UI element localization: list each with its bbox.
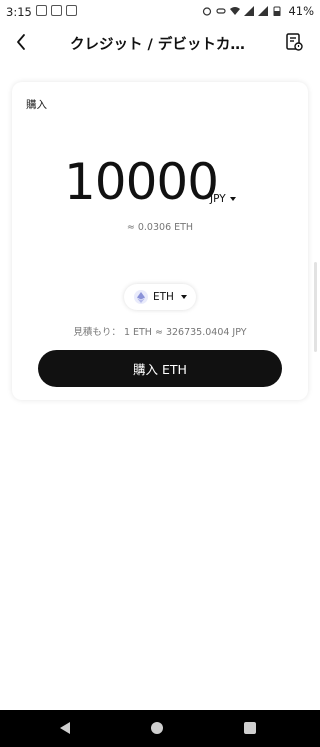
order-history-icon[interactable] (284, 32, 304, 52)
chevron-left-icon[interactable] (10, 30, 34, 54)
nav-recents-icon[interactable] (244, 722, 256, 734)
caret-down-icon (229, 197, 236, 201)
fiat-currency-select[interactable]: JPY (210, 193, 236, 205)
signal-icon (258, 6, 269, 16)
app-header: クレジット / デビットカ… (0, 26, 320, 60)
app-notification-icon (66, 5, 77, 16)
status-bar: 3:15 41% (0, 0, 320, 24)
status-app-icons (36, 5, 77, 16)
fiat-currency-label: JPY (210, 193, 226, 205)
price-quote: 見積もり： 1 ETH ≈ 326735.0404 JPY (73, 327, 247, 338)
signal-icon (244, 6, 255, 16)
amount-input[interactable]: 10000 (64, 153, 219, 211)
app-notification-icon (51, 5, 62, 16)
alarm-icon (203, 7, 212, 16)
page-title: クレジット / デビットカ… (70, 37, 245, 53)
caret-down-icon (180, 295, 187, 299)
nav-home-icon[interactable] (151, 722, 163, 734)
nav-back-icon[interactable] (58, 721, 72, 735)
battery-icon (273, 6, 281, 16)
system-nav-bar (0, 710, 320, 747)
wifi-icon (230, 7, 241, 15)
scrollbar[interactable] (314, 262, 317, 352)
battery-percentage: 41% (288, 4, 314, 18)
crypto-label: ETH (153, 291, 174, 303)
crypto-select[interactable]: ETH (124, 284, 196, 310)
purchase-card: 購入 10000 JPY ≈ 0.0306 ETH ETH 見積もり： 1 ET… (12, 82, 308, 400)
ethereum-icon (134, 290, 148, 304)
converted-amount: ≈ 0.0306 ETH (126, 222, 194, 233)
status-right: 41% (202, 4, 314, 18)
status-time: 3:15 (6, 5, 32, 19)
app-notification-icon (36, 5, 47, 16)
buy-button[interactable]: 購入 ETH (38, 350, 282, 387)
link-icon (216, 8, 227, 14)
card-title: 購入 (26, 99, 47, 111)
